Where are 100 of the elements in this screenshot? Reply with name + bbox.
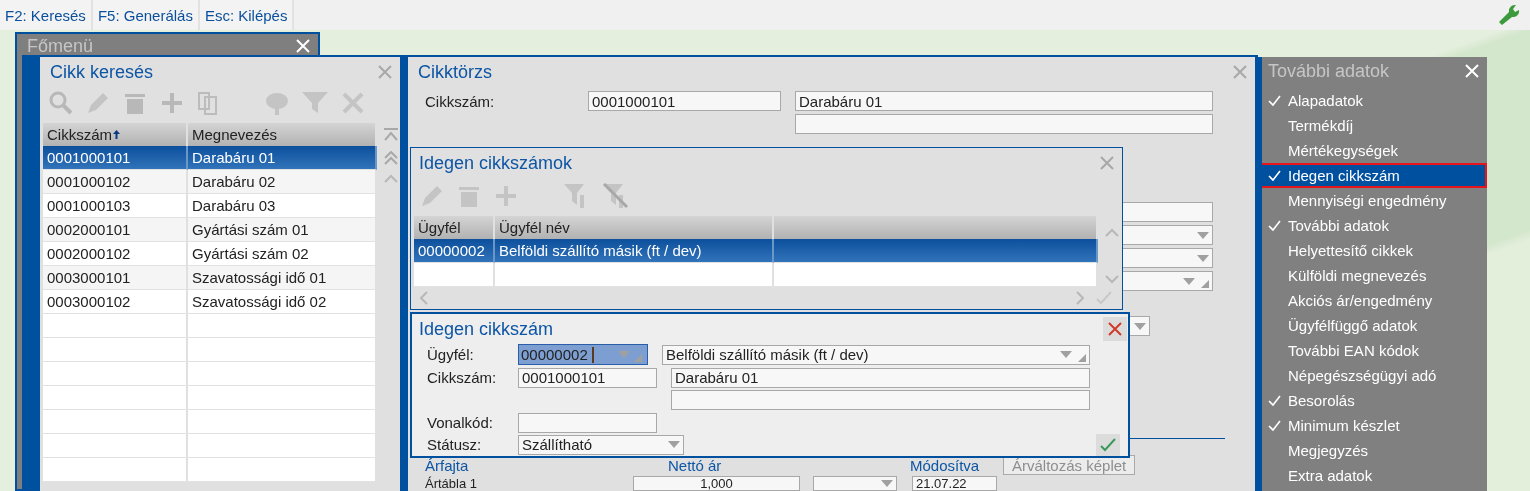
- plus-icon[interactable]: [494, 184, 518, 208]
- menu-item[interactable]: Termékdíj: [1262, 113, 1487, 138]
- chevron-left-icon[interactable]: [420, 291, 428, 305]
- input-field[interactable]: 0001000101: [588, 91, 781, 111]
- window-title: Cikktörzs: [418, 61, 492, 83]
- table-row[interactable]: 0002000102 Gyártási szám 02: [43, 242, 377, 266]
- date-field[interactable]: 21.07.22: [912, 476, 997, 491]
- dropdown-arrow-icon[interactable]: [1183, 277, 1195, 285]
- dropdown-arrow-icon[interactable]: [1197, 254, 1209, 262]
- menu-item[interactable]: Idegen cikkszám: [1262, 163, 1487, 188]
- menu-item-label: Népegészségügyi adó: [1288, 367, 1437, 384]
- menu-item-label: Helyettesítő cikkek: [1288, 242, 1414, 259]
- column-header[interactable]: Ügyfél: [414, 216, 495, 240]
- dropdown-arrow-icon[interactable]: [881, 480, 893, 487]
- menu-item[interactable]: Alapadatok: [1262, 88, 1487, 113]
- menu-item-label: Termékdíj: [1288, 117, 1354, 134]
- pencil-icon[interactable]: [86, 91, 110, 115]
- close-button[interactable]: [1103, 317, 1127, 341]
- table-row[interactable]: 0001000103 Darabáru 03: [43, 194, 377, 218]
- table-cell: Darabáru 02: [188, 170, 377, 194]
- menu-item[interactable]: Mennyiségi engedmény: [1262, 188, 1487, 213]
- table-cell: 0002000102: [43, 242, 188, 266]
- chevron-right-icon[interactable]: [1076, 291, 1084, 305]
- dropdown-arrow-icon[interactable]: [1060, 351, 1072, 358]
- row-label: Ártábla 1: [425, 476, 479, 491]
- search-icon[interactable]: [49, 91, 73, 115]
- table-row[interactable]: 0002000101 Gyártási szám 01: [43, 218, 377, 242]
- chevron-down-icon[interactable]: [1104, 275, 1120, 284]
- menu-item[interactable]: További adatok: [1262, 213, 1487, 238]
- table-row[interactable]: 0003000101 Szavatossági idő 01: [43, 266, 377, 290]
- dropdown-arrow-icon[interactable]: [668, 441, 680, 448]
- double-chevron-up-icon[interactable]: [383, 151, 399, 165]
- pencil-icon[interactable]: [420, 184, 444, 208]
- menu-item-label: Extra adatok: [1288, 467, 1373, 484]
- chevron-up-icon[interactable]: [1104, 228, 1120, 237]
- menu-item[interactable]: Népegészségügyi adó: [1262, 363, 1487, 388]
- table-cell: Gyártási szám 02: [188, 242, 377, 266]
- input-field[interactable]: [671, 389, 1090, 410]
- column-header: Nettó ár: [668, 456, 723, 474]
- field-label: Státusz:: [427, 436, 483, 453]
- check-icon[interactable]: [1096, 291, 1112, 305]
- table-row[interactable]: 00000002 Belföldi szállító másik (ft / dev): [414, 239, 1098, 263]
- combo-field[interactable]: 00000002: [518, 344, 648, 365]
- close-icon[interactable]: [1108, 322, 1122, 336]
- table-cell: Darabáru 01: [188, 146, 377, 170]
- column-header: Módosítva: [910, 456, 981, 474]
- column-header[interactable]: Cikkszám: [43, 123, 188, 147]
- scroll-top-icon[interactable]: [383, 128, 399, 142]
- table-cell: 0001000103: [43, 194, 188, 218]
- input-field[interactable]: Darabáru 01: [671, 367, 1090, 388]
- input-field[interactable]: [518, 412, 657, 433]
- menu-item[interactable]: Besorolás: [1262, 388, 1487, 413]
- dropdown-arrow-icon[interactable]: [617, 351, 630, 358]
- confirm-button[interactable]: [1096, 433, 1120, 456]
- dropdown-arrow-icon[interactable]: [1197, 231, 1209, 239]
- plus-icon[interactable]: [160, 91, 184, 115]
- menu-item[interactable]: Mértékegységek: [1262, 138, 1487, 163]
- close-icon[interactable]: [1100, 156, 1114, 170]
- menu-item[interactable]: Extra adatok: [1262, 463, 1487, 488]
- dropdown-arrow-icon[interactable]: [1134, 322, 1146, 330]
- table-row[interactable]: 0001000102 Darabáru 02: [43, 170, 377, 194]
- window-title: Idegen cikkszámok: [419, 152, 573, 174]
- table-row[interactable]: 0001000101 Darabáru 01: [43, 146, 377, 170]
- filter-clear-icon[interactable]: [603, 183, 629, 209]
- close-icon[interactable]: [378, 65, 392, 79]
- input-field[interactable]: 0001000101: [518, 367, 657, 388]
- menu-item-label: Minimum készlet: [1288, 417, 1400, 434]
- window-title: Cikk keresés: [50, 61, 154, 83]
- menu-item[interactable]: Akciós ár/engedmény: [1262, 288, 1487, 313]
- column-header: Árfajta: [425, 456, 470, 474]
- menu-item[interactable]: Külföldi megnevezés: [1262, 263, 1487, 288]
- column-header[interactable]: Megnevezés: [188, 123, 377, 147]
- menu-item-label: További EAN kódok: [1288, 342, 1419, 359]
- menu-item[interactable]: Ügyfélfüggő adatok: [1262, 313, 1487, 338]
- input-field[interactable]: [795, 114, 1213, 134]
- table-cell: Gyártási szám 01: [188, 218, 377, 242]
- filter-icon[interactable]: [302, 91, 328, 115]
- copy-icon[interactable]: [197, 91, 219, 115]
- menu-item[interactable]: További EAN kódok: [1262, 338, 1487, 363]
- trash-icon[interactable]: [123, 91, 147, 115]
- menu-item[interactable]: Minimum készlet: [1262, 413, 1487, 438]
- trash-icon[interactable]: [457, 184, 481, 208]
- dropdown-field[interactable]: Belföldi szállító másik (ft / dev): [662, 344, 1090, 365]
- menu-item[interactable]: Helyettesítő cikkek: [1262, 238, 1487, 263]
- column-header[interactable]: Ügyfél név: [495, 216, 774, 240]
- table-row[interactable]: 0003000102 Szavatossági idő 02: [43, 290, 377, 314]
- dropdown-field[interactable]: Szállítható: [518, 434, 684, 455]
- check-icon: [1100, 437, 1116, 452]
- table-cell: Belföldi szállító másik (ft / dev): [495, 239, 774, 263]
- close-icon[interactable]: [1233, 65, 1247, 79]
- tree-icon[interactable]: [265, 91, 289, 115]
- menu-item-label: Ügyfélfüggő adatok: [1288, 317, 1418, 334]
- dropdown-field[interactable]: [813, 476, 897, 491]
- window-title: Főmenü: [27, 35, 94, 57]
- menu-item-label: Külföldi megnevezés: [1288, 267, 1427, 284]
- menu-item-label: Akciós ár/engedmény: [1288, 292, 1433, 309]
- menu-item[interactable]: Megjegyzés: [1262, 438, 1487, 463]
- input-field[interactable]: Darabáru 01: [795, 91, 1213, 111]
- input-field[interactable]: 1,000: [633, 476, 800, 491]
- chevron-up-icon[interactable]: [383, 174, 399, 183]
